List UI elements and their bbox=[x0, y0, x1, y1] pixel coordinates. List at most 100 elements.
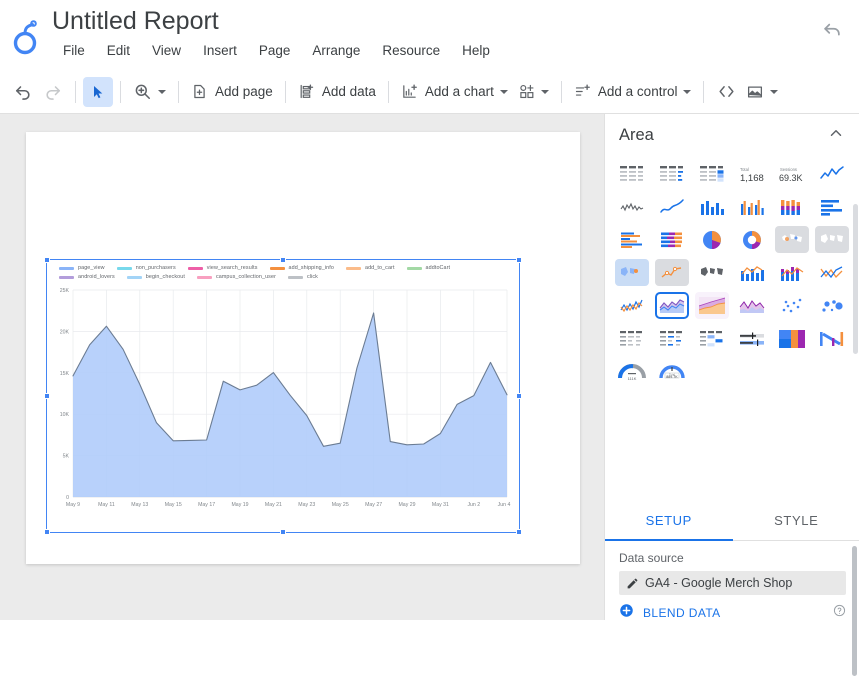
chart-type-gallery: Total 1,168 Sessions 69.3K bbox=[605, 156, 859, 499]
chevron-down-icon-image[interactable] bbox=[770, 90, 778, 94]
chart-type-pivot-table-heatmap[interactable] bbox=[695, 325, 729, 352]
menu-item-edit[interactable]: Edit bbox=[96, 39, 141, 62]
community-viz-button[interactable] bbox=[513, 77, 554, 107]
svg-text:10K: 10K bbox=[60, 412, 70, 418]
chevron-down-icon[interactable] bbox=[158, 90, 166, 94]
chart-type-pie-chart[interactable] bbox=[695, 226, 729, 253]
looker-studio-logo-icon[interactable] bbox=[0, 0, 52, 70]
chart-type-table[interactable] bbox=[615, 160, 649, 187]
chart-type-geo-map[interactable] bbox=[695, 259, 729, 286]
chart-type-stacked-area-chart[interactable] bbox=[695, 292, 729, 319]
menu-item-resource[interactable]: Resource bbox=[371, 39, 451, 62]
chart-type-smoothed-line[interactable] bbox=[655, 193, 689, 220]
chevron-down-icon-control[interactable] bbox=[683, 90, 691, 94]
undo-button[interactable] bbox=[8, 77, 38, 107]
resize-handle-bottom-left[interactable] bbox=[44, 529, 50, 535]
chart-type-waterfall-chart[interactable] bbox=[815, 325, 849, 352]
toolbar-divider-6 bbox=[561, 81, 562, 103]
chart-type-bullet-chart[interactable] bbox=[735, 325, 769, 352]
report-canvas[interactable]: page_view non_purchasers view_search_res… bbox=[0, 114, 604, 620]
redo-button[interactable] bbox=[38, 77, 68, 107]
resize-handle-bottom-center[interactable] bbox=[280, 529, 286, 535]
plus-circle-icon[interactable] bbox=[619, 603, 634, 620]
svg-text:May 13: May 13 bbox=[131, 502, 148, 508]
chart-type-overlapping-area-chart[interactable] bbox=[735, 292, 769, 319]
chart-type-sparkline-multi[interactable] bbox=[615, 292, 649, 319]
add-data-button[interactable]: Add data bbox=[293, 77, 381, 107]
chart-type-grouped-bar-chart[interactable] bbox=[615, 226, 649, 253]
menu-item-insert[interactable]: Insert bbox=[192, 39, 248, 62]
panel-tabs: SETUP STYLE bbox=[605, 499, 859, 541]
resize-handle-bottom-right[interactable] bbox=[516, 529, 522, 535]
chart-type-sparkline[interactable] bbox=[615, 193, 649, 220]
chart-type-gauge-compact[interactable]: Total 889.7K bbox=[655, 358, 689, 385]
chart-type-bubble-chart[interactable] bbox=[815, 292, 849, 319]
chart-type-scorecard[interactable]: Total 1,168 bbox=[735, 160, 769, 187]
add-control-button[interactable]: Add a control bbox=[569, 77, 697, 107]
chart-type-filled-map[interactable] bbox=[615, 259, 649, 286]
chart-type-google-maps-bubble[interactable] bbox=[775, 226, 809, 253]
resize-handle-middle-left[interactable] bbox=[44, 393, 50, 399]
app-header: Untitled Report File Edit View Insert Pa… bbox=[0, 0, 859, 70]
svg-text:May 31: May 31 bbox=[432, 502, 449, 508]
setup-scrollbar[interactable] bbox=[852, 546, 857, 676]
menu-item-page[interactable]: Page bbox=[248, 39, 302, 62]
chart-type-time-series[interactable] bbox=[815, 160, 849, 187]
chevron-down-icon-chart[interactable] bbox=[500, 90, 508, 94]
y-axis-labels: 25K 20K 15K 10K 5K 0 bbox=[60, 288, 70, 501]
help-circle-icon[interactable] bbox=[833, 604, 846, 620]
insert-image-button[interactable] bbox=[741, 77, 783, 107]
chart-type-multi-line-chart[interactable] bbox=[815, 259, 849, 286]
chart-type-bar-chart[interactable] bbox=[815, 193, 849, 220]
chart-type-table-with-bars[interactable] bbox=[655, 160, 689, 187]
chart-type-geo-chart[interactable] bbox=[815, 226, 849, 253]
tab-setup[interactable]: SETUP bbox=[605, 499, 733, 541]
chart-type-google-maps-heatmap[interactable] bbox=[655, 259, 689, 286]
chart-type-grouped-column-chart[interactable] bbox=[735, 193, 769, 220]
menu-item-help[interactable]: Help bbox=[451, 39, 501, 62]
chart-type-stacked-bar-chart[interactable] bbox=[655, 226, 689, 253]
svg-text:Sessions: Sessions bbox=[780, 167, 797, 172]
undo-icon[interactable] bbox=[813, 12, 851, 50]
gallery-scrollbar[interactable] bbox=[853, 204, 858, 354]
chart-type-scorecard-compact[interactable]: Sessions 69.3K bbox=[775, 160, 809, 187]
svg-text:May 23: May 23 bbox=[298, 502, 315, 508]
toolbar-divider-2 bbox=[120, 81, 121, 103]
resize-handle-middle-right[interactable] bbox=[516, 393, 522, 399]
tab-style[interactable]: STYLE bbox=[733, 499, 859, 541]
chart-type-donut-chart[interactable] bbox=[735, 226, 769, 253]
pencil-icon[interactable] bbox=[619, 577, 645, 590]
chart-type-table-with-heatmap[interactable] bbox=[695, 160, 729, 187]
page-title[interactable]: Untitled Report bbox=[52, 6, 859, 36]
resize-handle-top-left[interactable] bbox=[44, 257, 50, 263]
chart-type-stacked-combo-chart[interactable] bbox=[775, 259, 809, 286]
properties-panel: Area bbox=[604, 114, 859, 620]
embed-code-button[interactable] bbox=[711, 77, 741, 107]
chevron-down-icon-community[interactable] bbox=[541, 90, 549, 94]
chart-type-stacked-column-chart[interactable] bbox=[775, 193, 809, 220]
area-chart-widget[interactable]: page_view non_purchasers view_search_res… bbox=[46, 259, 520, 533]
blend-data-row[interactable]: BLEND DATA bbox=[619, 602, 846, 620]
select-tool-button[interactable] bbox=[83, 77, 113, 107]
add-chart-button[interactable]: Add a chart bbox=[396, 77, 513, 107]
x-axis-labels: May 9 May 11 May 13 May 15 May 17 May 19… bbox=[66, 502, 511, 508]
resize-handle-top-center[interactable] bbox=[280, 257, 286, 263]
chart-type-pivot-table-bars[interactable] bbox=[655, 325, 689, 352]
chart-type-pivot-table[interactable] bbox=[615, 325, 649, 352]
menu-item-view[interactable]: View bbox=[141, 39, 192, 62]
chart-type-scatter-chart[interactable] bbox=[775, 292, 809, 319]
toolbar-divider-3 bbox=[178, 81, 179, 103]
chevron-up-icon[interactable] bbox=[827, 124, 845, 147]
menu-item-arrange[interactable]: Arrange bbox=[301, 39, 371, 62]
resize-handle-top-right[interactable] bbox=[516, 257, 522, 263]
chart-type-column-chart[interactable] bbox=[695, 193, 729, 220]
zoom-button[interactable] bbox=[128, 77, 171, 107]
data-source-chip[interactable]: GA4 - Google Merch Shop bbox=[619, 571, 846, 595]
menu-item-file[interactable]: File bbox=[52, 39, 96, 62]
svg-text:889.7K: 889.7K bbox=[666, 375, 678, 379]
chart-type-treemap[interactable] bbox=[775, 325, 809, 352]
chart-type-area-chart[interactable] bbox=[655, 292, 689, 319]
add-page-button[interactable]: Add page bbox=[186, 77, 278, 107]
chart-type-combo-chart[interactable] bbox=[735, 259, 769, 286]
chart-type-gauge[interactable]: 111K bbox=[615, 358, 649, 385]
